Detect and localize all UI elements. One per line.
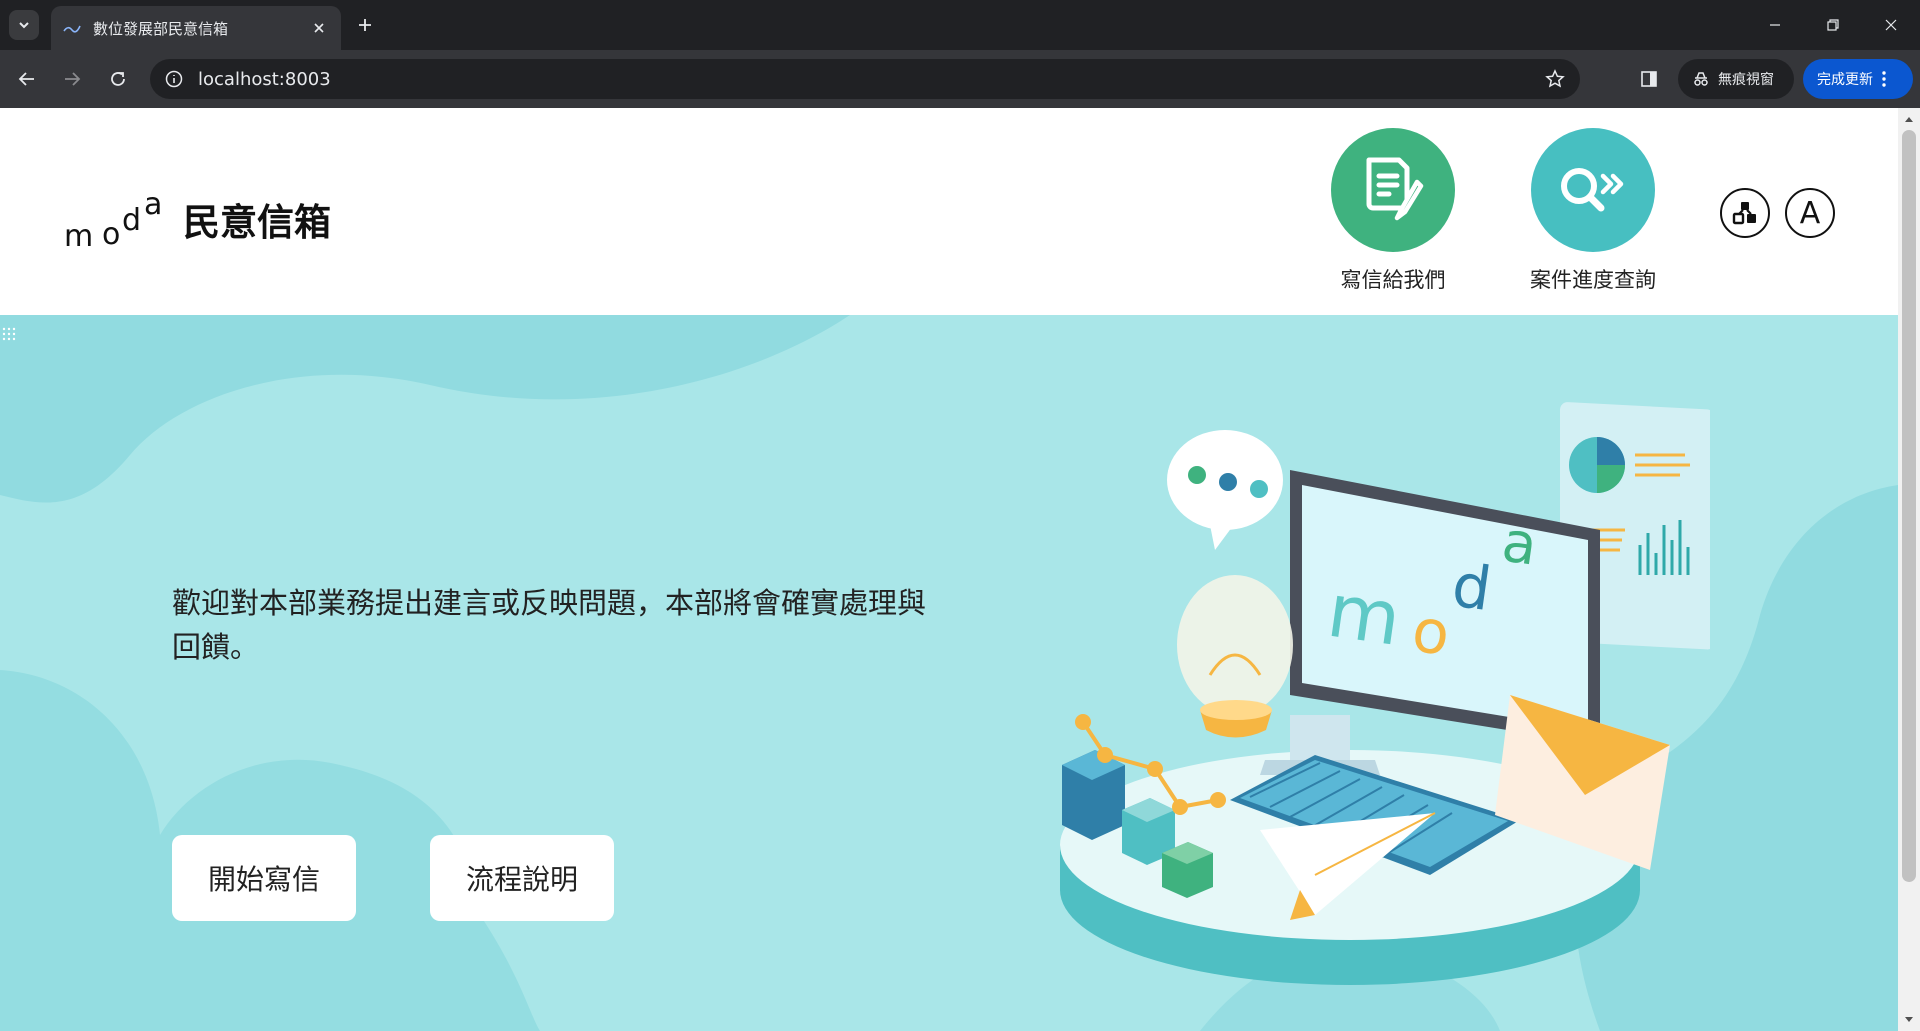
computer-illustration: m o d a [1060,402,1710,985]
bookmark-star-icon[interactable] [1540,64,1570,94]
tab-list-button[interactable] [9,10,39,40]
site-title: 民意信箱 [183,201,331,244]
process-guide-button[interactable]: 流程說明 [430,835,614,921]
reload-icon [111,72,125,86]
browser-toolbar: localhost:8003 無痕視窗 完成更新 [0,50,1920,108]
forward-button[interactable] [57,64,87,94]
start-writing-button[interactable]: 開始寫信 [172,835,356,921]
minimize-button[interactable] [1760,10,1790,40]
page-viewport: m o d a 民意信箱 寫信給我們 案件進度查詢 A 歡迎對本部業務提出建言或… [0,108,1898,1031]
svg-text:m: m [64,219,93,254]
scroll-down-icon[interactable] [1898,1011,1920,1029]
light-bulb-graphic [1177,575,1293,738]
incognito-label: 無痕視窗 [1718,72,1774,88]
case-progress-label: 案件進度查詢 [1530,268,1656,292]
svg-text:m: m [1322,568,1405,663]
font-size-button[interactable]: A [1785,188,1835,238]
close-tab-icon[interactable] [309,18,329,38]
chat-bubble-graphic [1167,430,1283,550]
svg-text:d: d [122,203,141,238]
scroll-up-icon[interactable] [1898,110,1920,128]
site-header: m o d a 民意信箱 寫信給我們 案件進度查詢 A [0,108,1898,318]
browser-tab[interactable]: 數位發展部民意信箱 [51,6,341,50]
drag-handle-icon[interactable] [2,327,16,341]
scroll-thumb[interactable] [1902,130,1916,882]
tab-title: 數位發展部民意信箱 [93,19,229,38]
search-progress-icon [1531,128,1655,252]
close-icon [1885,19,1897,31]
write-letter-label: 寫信給我們 [1340,268,1446,292]
incognito-icon [1694,72,1708,86]
write-letter-link[interactable]: 寫信給我們 [1313,128,1473,294]
chevron-down-icon [19,22,29,29]
side-panel-button[interactable] [1634,64,1664,94]
plus-icon [359,19,371,31]
url-text: localhost:8003 [198,68,331,90]
close-window-button[interactable] [1876,10,1906,40]
new-tab-button[interactable] [352,12,378,38]
restore-button[interactable] [1818,10,1848,40]
site-info-icon[interactable] [164,69,184,89]
accessibility-button[interactable] [1720,188,1770,238]
moda-logo[interactable]: m o d a [62,187,172,258]
update-button[interactable]: 完成更新 [1803,59,1913,99]
minimize-icon [1770,24,1780,26]
incognito-indicator[interactable]: 無痕視窗 [1678,59,1794,99]
site-favicon-icon [63,19,81,37]
arrow-right-icon [65,72,81,86]
reload-button[interactable] [103,64,133,94]
side-panel-icon [1641,71,1657,87]
arrow-left-icon [18,72,34,86]
restore-icon [1827,19,1839,31]
more-vert-icon [1882,71,1886,87]
svg-text:a: a [144,188,162,222]
svg-text:o: o [102,217,120,252]
browser-tab-bar: 數位發展部民意信箱 [0,0,1920,50]
back-button[interactable] [12,64,42,94]
address-bar[interactable]: localhost:8003 [150,59,1580,99]
case-progress-link[interactable]: 案件進度查詢 [1513,128,1673,294]
hero-message: 歡迎對本部業務提出建言或反映問題，本部將會確實處理與回饋。 [172,586,927,664]
hero-banner: 歡迎對本部業務提出建言或反映問題，本部將會確實處理與回饋。 開始寫信 流程說明 [0,315,1898,1031]
update-label: 完成更新 [1817,72,1873,88]
write-letter-icon [1331,128,1455,252]
accessibility-icon [1732,202,1756,225]
page-scrollbar[interactable] [1898,108,1920,1031]
